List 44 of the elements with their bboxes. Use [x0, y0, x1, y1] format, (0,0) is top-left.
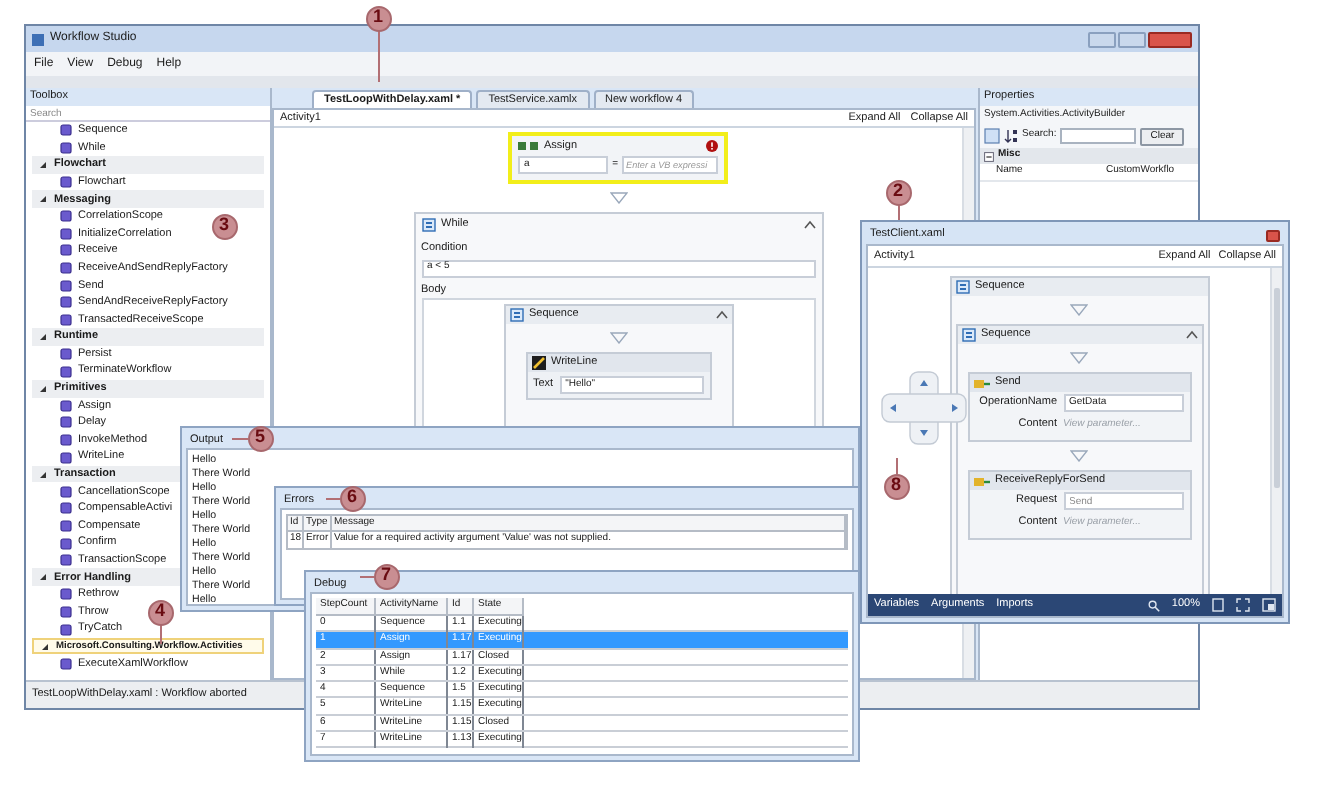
collapse-icon[interactable] [715, 309, 727, 320]
sequence-icon [955, 280, 969, 294]
collapse-icon[interactable] [1185, 330, 1197, 340]
callout-badge: 1 [365, 5, 391, 31]
message-icon [973, 377, 989, 389]
writeline-icon [531, 355, 545, 370]
overview-icon[interactable] [1262, 598, 1276, 612]
sequence-icon [421, 217, 435, 232]
leader-line [360, 576, 374, 578]
expand-icon[interactable] [38, 383, 48, 394]
drop-arrow-icon [1070, 450, 1088, 462]
close-button[interactable] [1148, 31, 1192, 47]
leader-line [896, 458, 898, 474]
expand-icon[interactable] [38, 194, 48, 205]
message-icon [973, 475, 989, 487]
expand-icon[interactable] [38, 572, 48, 583]
sequence-icon [509, 307, 523, 322]
scrollbar[interactable] [1270, 268, 1282, 594]
drop-arrow-icon [1070, 304, 1088, 316]
leader-line [898, 204, 900, 220]
activity-icon [60, 657, 72, 670]
assign-icon [518, 140, 538, 153]
collapse-icon[interactable] [803, 219, 815, 230]
leader-line [160, 624, 162, 644]
drop-arrow-icon [609, 192, 627, 205]
leader-line [378, 30, 380, 82]
activity-icon [60, 176, 72, 189]
collapse-icon[interactable] [984, 151, 994, 161]
leader-line [232, 438, 248, 440]
app-icon [32, 33, 44, 45]
search-icon[interactable] [1147, 599, 1160, 611]
expand-icon[interactable] [1236, 598, 1250, 612]
sequence-icon [961, 328, 975, 342]
expand-icon[interactable] [38, 469, 48, 480]
leader-line [326, 498, 340, 500]
drop-arrow-icon [609, 331, 627, 344]
expand-icon[interactable] [38, 331, 48, 342]
expand-icon[interactable] [38, 159, 48, 170]
fit-icon[interactable] [1212, 598, 1224, 612]
close-button[interactable] [1266, 229, 1280, 241]
sort-icon[interactable] [1004, 128, 1018, 144]
expand-icon[interactable] [40, 641, 50, 652]
drop-arrow-icon [1070, 352, 1088, 364]
search-field[interactable] [1060, 128, 1137, 144]
